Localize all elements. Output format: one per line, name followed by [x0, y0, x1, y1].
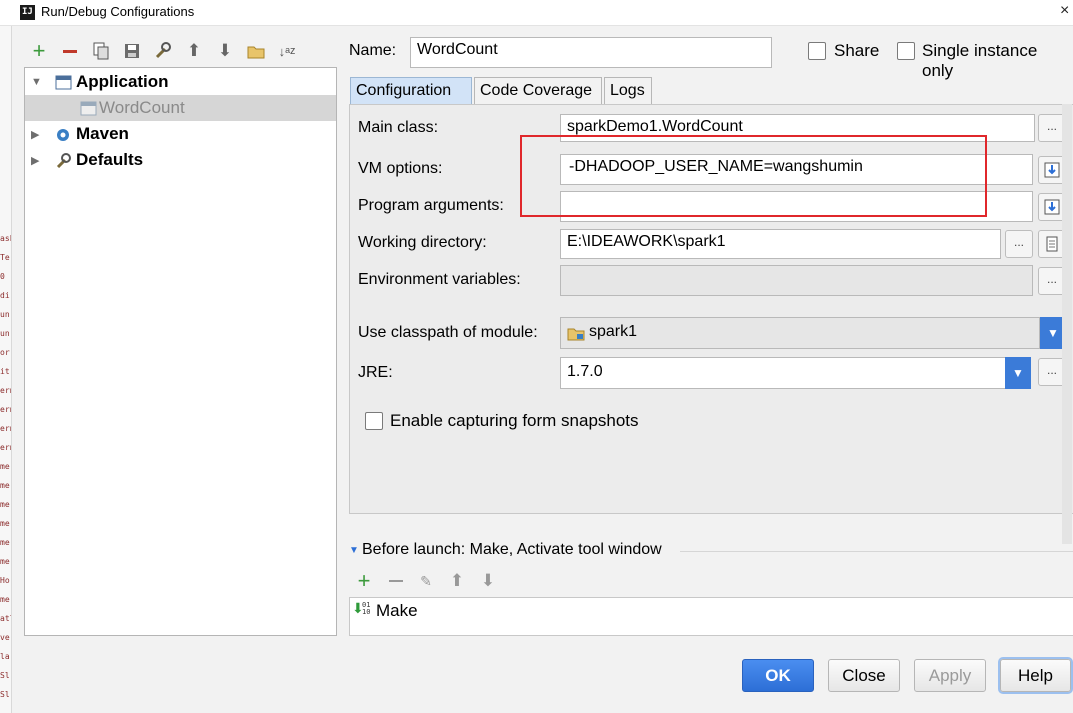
background-code-fragment: 0	[0, 272, 5, 281]
sort-icon[interactable]: ↓ᵃ z	[276, 40, 298, 62]
working-directory-browse-button[interactable]: ...	[1005, 230, 1033, 258]
application-icon	[55, 75, 72, 89]
window-close-button[interactable]: ×	[1060, 2, 1069, 20]
list-item[interactable]: ⬇ 01 10 Make	[350, 599, 1073, 622]
background-code-fragment: ern	[0, 424, 11, 433]
background-code-fragment: me	[0, 500, 10, 509]
help-button[interactable]: Help	[1000, 659, 1071, 692]
jre-dropdown-icon[interactable]: ▼	[1005, 357, 1031, 389]
application-icon	[80, 101, 97, 115]
edit-task-icon[interactable]: ✎	[415, 570, 437, 592]
move-task-up-icon[interactable]: ⬆	[446, 570, 468, 592]
background-code-fragment: Sl	[0, 671, 10, 680]
folder-icon[interactable]	[245, 40, 267, 62]
jre-label: JRE:	[358, 364, 393, 381]
background-code-fragment: me	[0, 557, 10, 566]
background-code-fragment: un	[0, 329, 10, 338]
form-snapshots-checkbox[interactable]	[365, 412, 383, 430]
background-code-fragment: Te	[0, 253, 10, 262]
maven-gear-icon	[57, 128, 69, 141]
collapse-arrow-icon[interactable]: ▶	[31, 154, 39, 167]
tree-item-label: Application	[76, 72, 169, 91]
tree-item-wordcount[interactable]: WordCount	[25, 95, 336, 121]
edit-defaults-icon[interactable]	[152, 40, 174, 62]
background-code-fragment: ve	[0, 633, 10, 642]
share-label: Share	[834, 41, 880, 60]
share-checkbox[interactable]	[808, 42, 826, 60]
classpath-module-label: Use classpath of module:	[358, 324, 538, 341]
single-instance-label: Single instance only	[922, 41, 1038, 80]
save-icon[interactable]	[121, 40, 143, 62]
background-code-fragment: me	[0, 462, 10, 471]
add-task-icon[interactable]: +	[353, 568, 375, 593]
configuration-tree[interactable]: ▼ Application WordCount ▶ Maven ▶ Defaul…	[24, 67, 337, 636]
add-icon[interactable]: +	[28, 38, 50, 63]
background-code-fragment: atl	[0, 614, 11, 623]
program-arguments-label: Program arguments:	[358, 197, 504, 214]
remove-icon[interactable]	[59, 40, 81, 62]
background-code-fragment: un	[0, 310, 10, 319]
jre-select[interactable]: 1.7.0	[560, 357, 1006, 389]
background-code-fragment: di	[0, 291, 10, 300]
main-class-label: Main class:	[358, 119, 439, 136]
tab-logs[interactable]: Logs	[604, 77, 652, 105]
background-code-fragment: ern	[0, 386, 11, 395]
tree-item-application[interactable]: ▼ Application	[25, 69, 336, 95]
apply-button[interactable]: Apply	[914, 659, 986, 692]
background-code-fragment: me	[0, 538, 10, 547]
vertical-scrollbar[interactable]	[1062, 104, 1072, 544]
background-code-fragment: me	[0, 519, 10, 528]
tab-code-coverage[interactable]: Code Coverage	[474, 77, 602, 105]
ok-button[interactable]: OK	[742, 659, 814, 692]
background-code-fragment: ern	[0, 405, 11, 414]
name-label: Name:	[349, 42, 397, 59]
background-code-fragment: it	[0, 367, 10, 376]
working-directory-label: Working directory:	[358, 234, 487, 251]
working-directory-input[interactable]: E:\IDEAWORK\spark1	[560, 229, 1001, 259]
copy-icon[interactable]	[90, 40, 112, 62]
background-code-fragment: la	[0, 652, 10, 661]
tree-item-maven[interactable]: ▶ Maven	[25, 121, 336, 147]
environment-variables-label: Environment variables:	[358, 271, 521, 288]
background-code-fragment: ern	[0, 443, 11, 452]
make-task-label: Make	[376, 601, 418, 620]
before-launch-list[interactable]: ⬇ 01 10 Make	[349, 597, 1073, 636]
collapse-arrow-icon[interactable]: ▶	[31, 128, 39, 141]
defaults-wrench-icon	[56, 152, 71, 168]
classpath-module-value: spark1	[589, 323, 638, 340]
highlight-annotation-box	[520, 135, 987, 217]
binary-icon: 01 10	[362, 601, 371, 616]
background-code-fragment: or	[0, 348, 10, 357]
tab-configuration[interactable]: Configuration	[350, 77, 472, 105]
environment-variables-input[interactable]	[560, 265, 1033, 296]
remove-task-icon[interactable]	[385, 570, 407, 592]
form-snapshots-label: Enable capturing form snapshots	[390, 411, 639, 430]
intellij-icon: IJ	[20, 5, 35, 20]
before-launch-header[interactable]: Before launch: Make, Activate tool windo…	[362, 541, 662, 559]
background-code-fragment: Sl	[0, 690, 10, 699]
background-code-fragment: mer	[0, 595, 11, 604]
tree-item-defaults[interactable]: ▶ Defaults	[25, 147, 336, 173]
expand-arrow-icon[interactable]: ▼	[31, 76, 42, 88]
background-editor-strip: ask Te 0 di un un or it ern ern ern ern me me me me me me…	[0, 26, 12, 713]
tree-item-label: Defaults	[76, 150, 144, 169]
module-folder-icon	[567, 328, 585, 341]
move-up-icon[interactable]: ⬆	[183, 40, 205, 62]
close-button[interactable]: Close	[828, 659, 900, 692]
background-code-fragment: me	[0, 481, 10, 490]
move-task-down-icon[interactable]: ⬇	[477, 570, 499, 592]
separator	[680, 551, 1073, 552]
classpath-module-select[interactable]: spark1	[560, 317, 1040, 349]
tree-item-label: Maven	[76, 124, 129, 143]
background-code-fragment: Ho	[0, 576, 10, 585]
window-title: Run/Debug Configurations	[41, 4, 195, 19]
background-code-fragment: ask	[0, 234, 11, 243]
name-input[interactable]: WordCount	[410, 37, 772, 68]
single-instance-checkbox[interactable]	[897, 42, 915, 60]
tree-item-label: WordCount	[99, 98, 185, 117]
before-launch-collapse-icon[interactable]: ▼	[349, 545, 359, 556]
vm-options-label: VM options:	[358, 160, 443, 177]
move-down-icon[interactable]: ⬇	[214, 40, 236, 62]
